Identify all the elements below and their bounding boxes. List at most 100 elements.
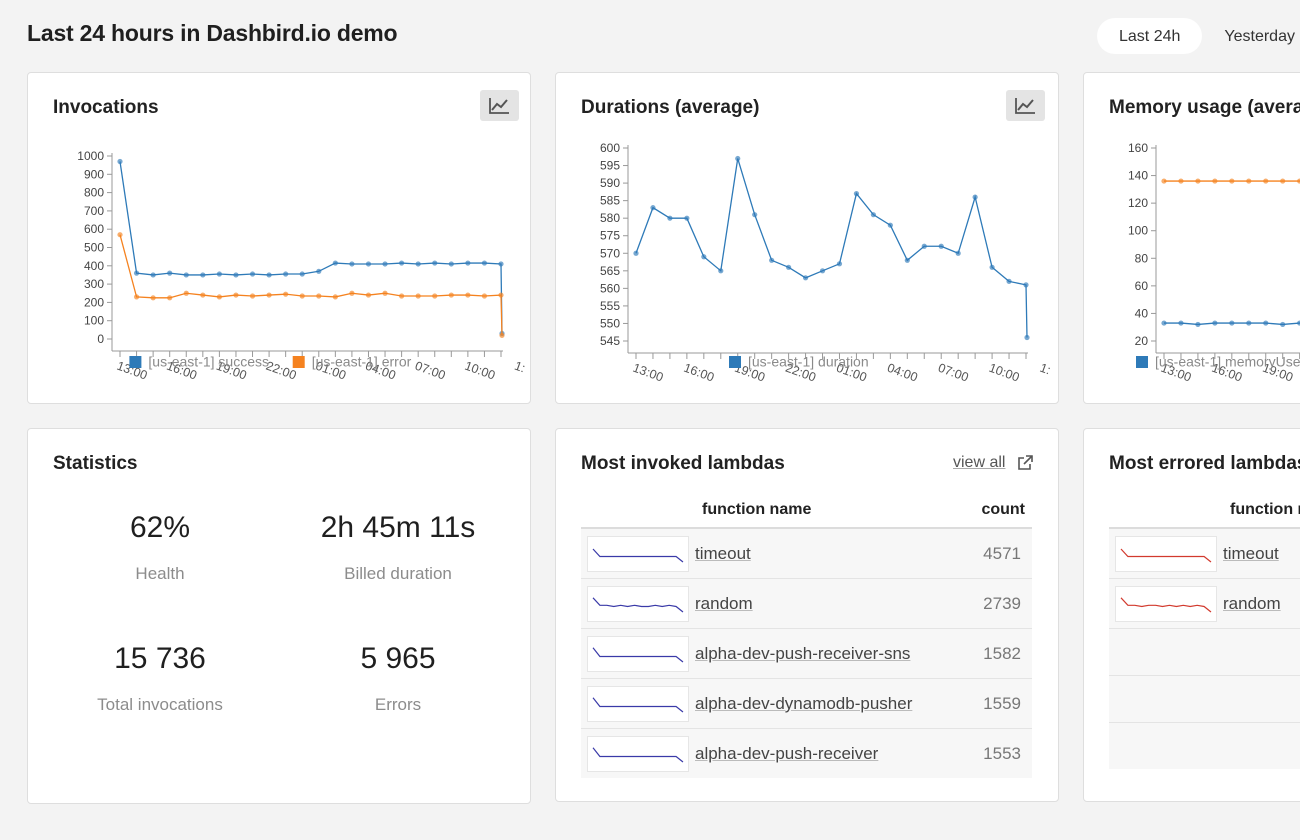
health-value: 62% bbox=[129, 511, 191, 544]
billed-duration-value: 2h 45m 11s bbox=[320, 511, 476, 544]
data-point bbox=[465, 260, 471, 266]
table-header: function name count bbox=[581, 493, 1032, 529]
function-link[interactable]: alpha-dev-push-receiver-sns bbox=[695, 644, 910, 663]
data-point bbox=[249, 293, 256, 299]
data-point bbox=[786, 264, 792, 270]
data-point bbox=[183, 272, 189, 278]
function-link[interactable]: random bbox=[1223, 594, 1281, 613]
function-link[interactable]: alpha-dev-dynamodb-pusher bbox=[695, 694, 912, 713]
sparkline-cell bbox=[1109, 578, 1223, 629]
errors-value: 5 965 bbox=[360, 642, 436, 675]
sparkline-chart bbox=[1115, 585, 1217, 622]
data-point bbox=[819, 268, 826, 274]
function-link[interactable]: timeout bbox=[1223, 544, 1279, 563]
most-errored-card: Most errored lambdas function name timeo… bbox=[1083, 428, 1300, 802]
empty-table-row bbox=[1109, 675, 1300, 723]
data-point bbox=[382, 290, 388, 296]
data-point bbox=[200, 272, 206, 278]
range-tab-yesterday[interactable]: Yesterday bbox=[1202, 18, 1300, 54]
data-point bbox=[399, 293, 405, 299]
external-link-icon[interactable] bbox=[1017, 455, 1033, 471]
data-point bbox=[667, 215, 673, 221]
sparkline bbox=[1120, 596, 1212, 612]
function-link[interactable]: timeout bbox=[695, 544, 751, 563]
data-point bbox=[718, 268, 724, 274]
data-point bbox=[701, 254, 707, 260]
data-point bbox=[283, 291, 289, 297]
data-point bbox=[836, 261, 843, 267]
sparkline bbox=[592, 696, 684, 712]
sparkline-chart bbox=[587, 735, 689, 772]
y-tick-label: 140 bbox=[1128, 169, 1148, 183]
legend-swatch bbox=[1136, 356, 1148, 368]
data-point bbox=[769, 257, 775, 263]
table-row: random bbox=[1109, 578, 1300, 629]
legend-label: [us-east-1] error bbox=[312, 354, 412, 370]
memory-usage-chart: 2040608010012014016013:0016:0019:0022:00… bbox=[1128, 141, 1300, 385]
sparkline bbox=[1120, 548, 1212, 562]
y-tick-label: 20 bbox=[1135, 334, 1149, 348]
sparkline-chart bbox=[1115, 535, 1217, 572]
function-link[interactable]: random bbox=[695, 594, 753, 613]
data-point bbox=[432, 293, 438, 299]
data-point bbox=[316, 268, 322, 274]
y-tick-label: 580 bbox=[600, 211, 620, 225]
y-tick-label: 600 bbox=[84, 222, 104, 236]
data-point bbox=[117, 158, 123, 165]
view-all-link[interactable]: view all bbox=[953, 454, 1005, 472]
data-point bbox=[1161, 320, 1167, 326]
sparkline-cell bbox=[581, 678, 695, 729]
data-point bbox=[887, 222, 893, 228]
table-row: alpha-dev-push-receiver-sns 1582 bbox=[581, 628, 1032, 679]
time-range-tabs: Last 24h Yesterday bbox=[1097, 18, 1300, 54]
function-link[interactable]: alpha-dev-push-receiver bbox=[695, 744, 878, 763]
table-row: timeout 4571 bbox=[581, 527, 1032, 579]
table-row: random 2739 bbox=[581, 578, 1032, 629]
sparkline-chart bbox=[587, 635, 689, 672]
range-tab-last-24h[interactable]: Last 24h bbox=[1097, 18, 1203, 54]
data-point bbox=[382, 261, 388, 267]
count-cell: 1559 bbox=[957, 678, 1032, 729]
series-line bbox=[635, 158, 1028, 338]
y-tick-label: 600 bbox=[600, 141, 620, 155]
data-point bbox=[1280, 321, 1286, 328]
data-point bbox=[938, 243, 944, 249]
spark-header bbox=[581, 493, 695, 529]
data-point bbox=[1280, 178, 1286, 184]
y-tick-label: 545 bbox=[600, 334, 620, 348]
series-line bbox=[119, 234, 503, 336]
data-point bbox=[283, 271, 289, 277]
data-point bbox=[349, 261, 355, 267]
statistics-card: Statistics 62% Health 2h 45m 11s Billed … bbox=[27, 428, 531, 804]
y-tick-label: 555 bbox=[600, 299, 620, 313]
most-errored-title: Most errored lambdas bbox=[1109, 453, 1300, 474]
errors-label: Errors bbox=[374, 695, 422, 714]
table-row: alpha-dev-push-receiver 1553 bbox=[581, 728, 1032, 778]
y-tick-label: 300 bbox=[84, 277, 104, 291]
data-point bbox=[498, 292, 504, 298]
function-name-header: function name bbox=[695, 493, 957, 529]
billed-duration-label: Billed duration bbox=[344, 564, 452, 583]
data-point bbox=[633, 250, 639, 256]
data-point bbox=[365, 292, 372, 298]
data-point bbox=[233, 272, 239, 278]
total-invocations-value: 15 736 bbox=[114, 642, 206, 675]
data-point bbox=[133, 294, 140, 300]
y-tick-label: 565 bbox=[600, 264, 620, 278]
durations-chart: 545 550 555 560 565 570 575 580 585 590 595 600 13:0… bbox=[600, 141, 1053, 385]
y-tick-label: 575 bbox=[600, 229, 620, 243]
data-point bbox=[167, 295, 173, 301]
sparkline-cell bbox=[581, 578, 695, 629]
data-point bbox=[183, 290, 189, 296]
x-tick-label: 04:00 bbox=[885, 361, 919, 385]
count-header: count bbox=[957, 493, 1032, 529]
data-point bbox=[365, 261, 372, 267]
data-point bbox=[498, 261, 504, 267]
page-title: Last 24 hours in Dashbird.io demo bbox=[27, 20, 398, 46]
durations-card: Durations (average) 545 550 555 560 565 570 57… bbox=[555, 72, 1059, 404]
y-tick-label: 80 bbox=[1135, 251, 1149, 265]
x-tick-label: 07:00 bbox=[413, 359, 447, 383]
y-tick-label: 550 bbox=[600, 316, 620, 330]
data-point bbox=[1023, 282, 1029, 288]
x-tick-label: 10:00 bbox=[987, 361, 1021, 385]
